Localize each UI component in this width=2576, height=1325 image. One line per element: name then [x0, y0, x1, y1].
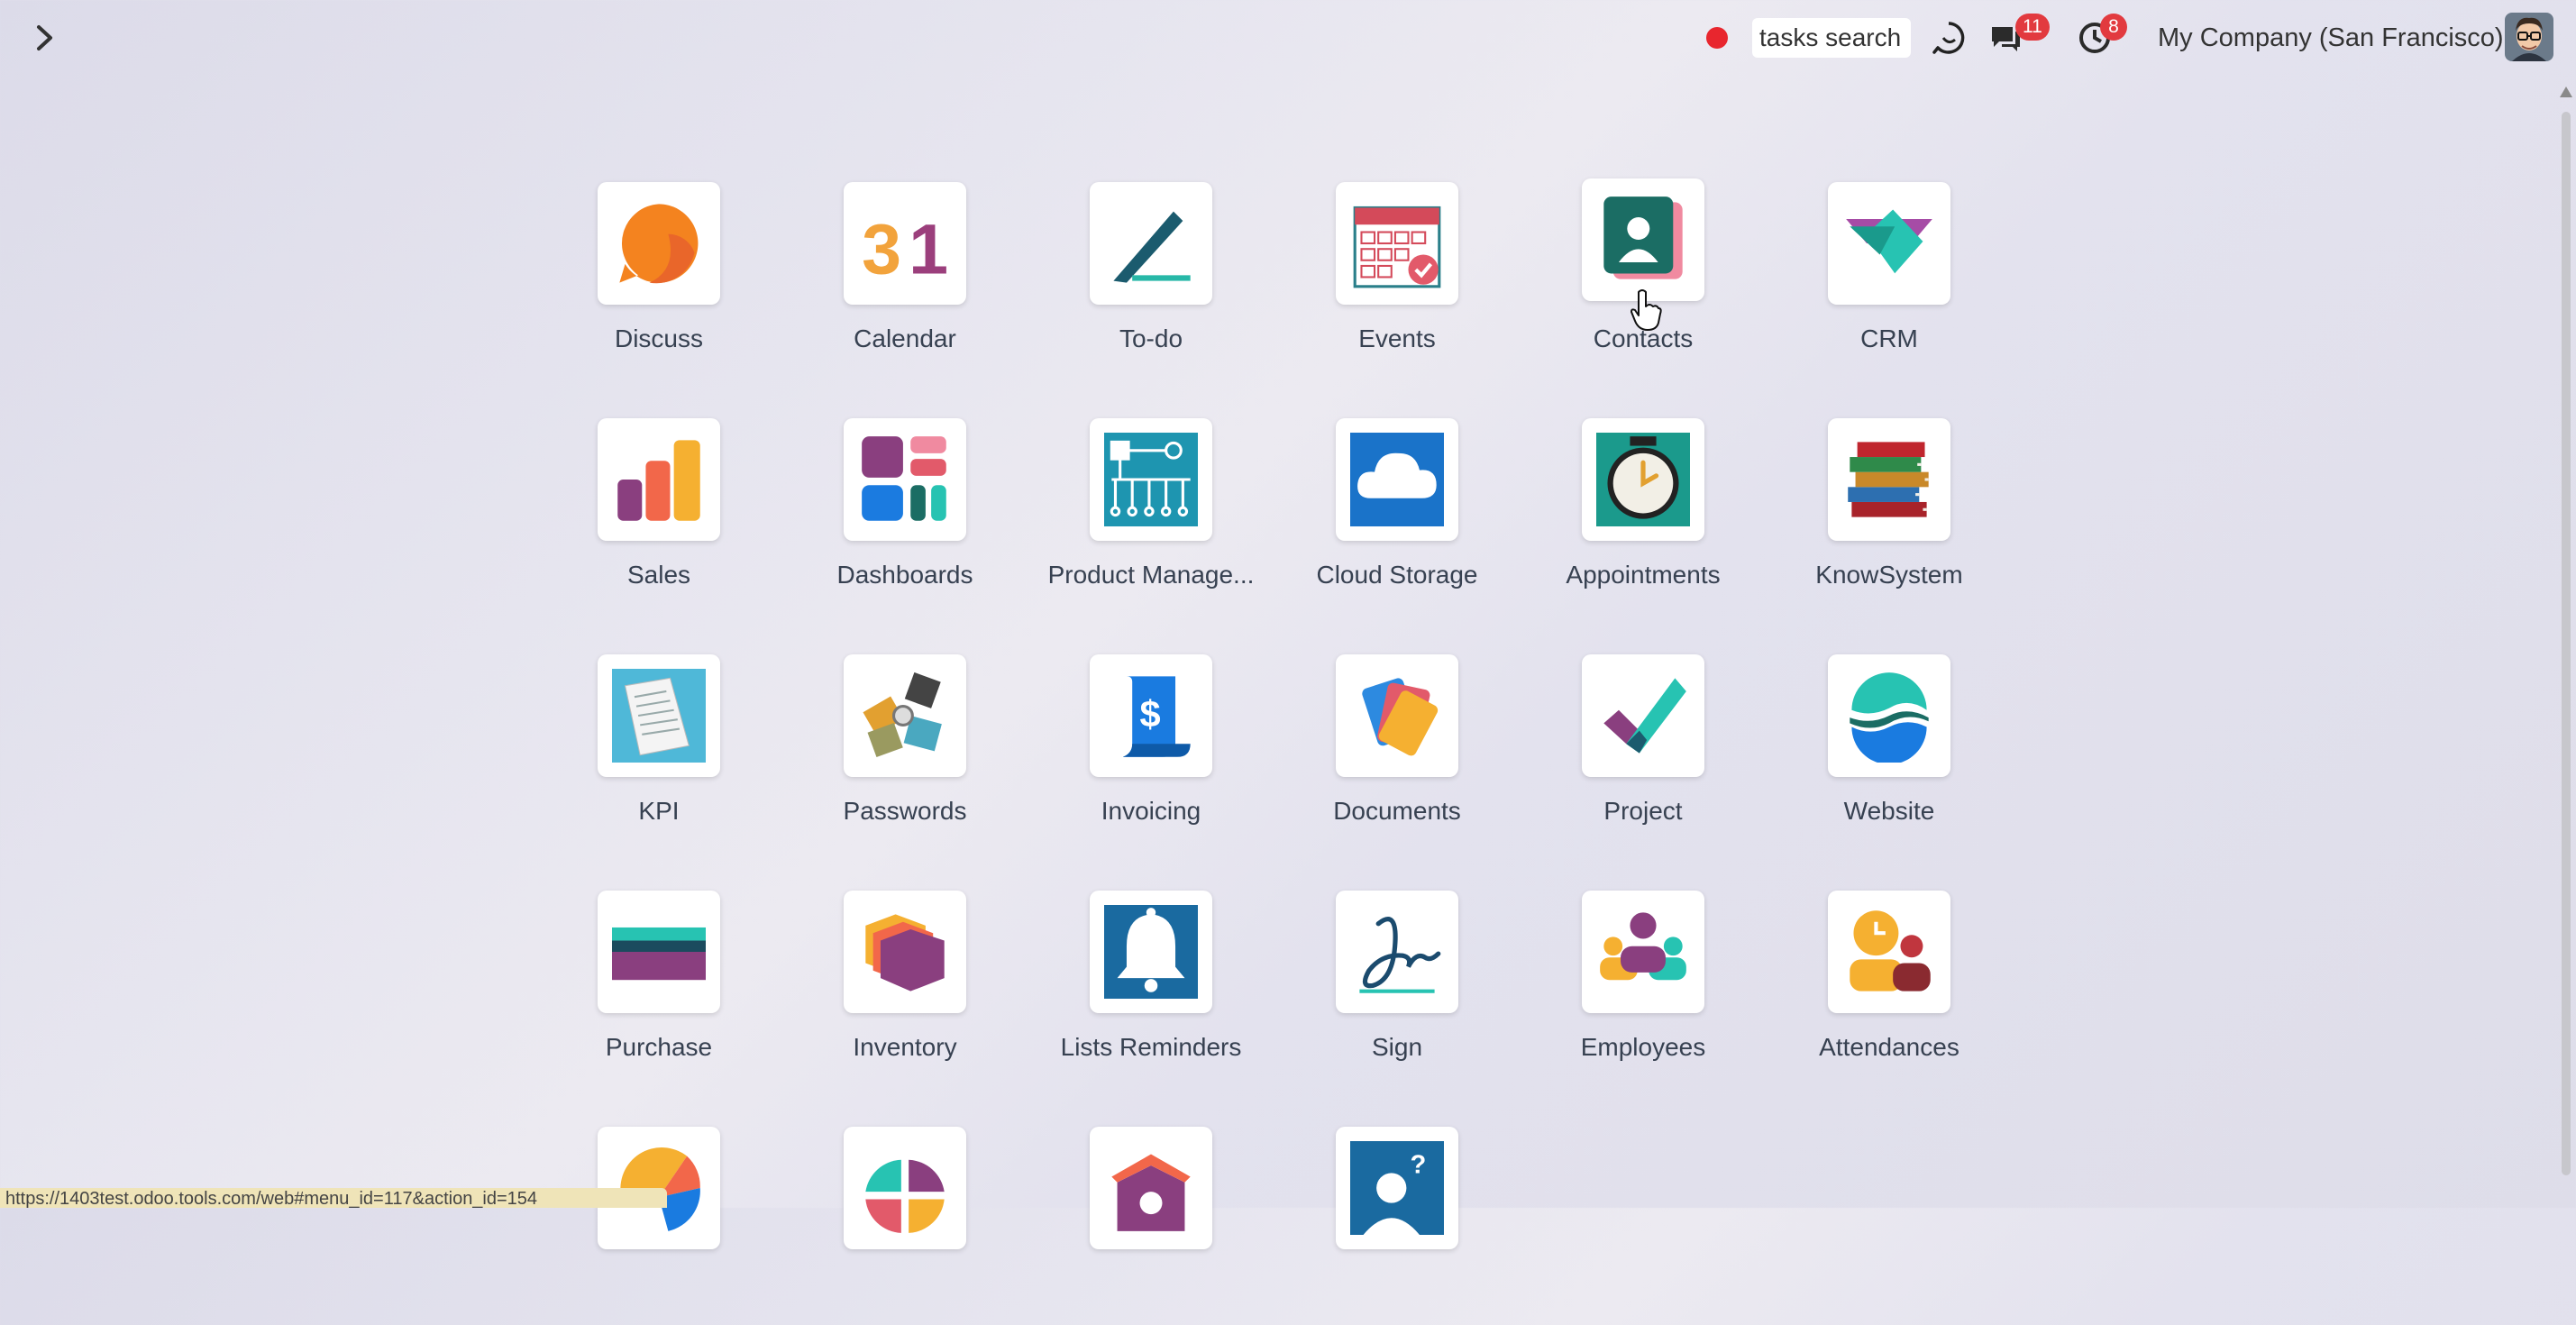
app-todo[interactable]: To-do [1043, 182, 1259, 380]
app-discuss[interactable]: Discuss [551, 182, 767, 380]
app-label: CRM [1860, 324, 1918, 352]
phone-bubble-icon [1932, 22, 1965, 54]
app-label: Events [1358, 324, 1436, 352]
lists-reminders-icon [1090, 891, 1212, 1013]
svg-text:1: 1 [909, 208, 948, 288]
app-cloud-storage[interactable]: Cloud Storage [1289, 418, 1505, 617]
activities-count-badge: 8 [2100, 14, 2127, 41]
app-dashboards[interactable]: Dashboards [797, 418, 1013, 617]
browser-status-url: https://1403test.odoo.tools.com/web#menu… [0, 1188, 667, 1208]
dashboards-icon [844, 418, 966, 541]
app-knowsystem[interactable]: KnowSystem [1781, 418, 1997, 617]
events-icon [1336, 182, 1458, 305]
app-appointments[interactable]: Appointments [1535, 418, 1751, 617]
app-lists-reminders[interactable]: Lists Reminders [1043, 891, 1259, 1089]
website-icon [1828, 654, 1950, 777]
app-label: Website [1843, 797, 1935, 825]
chevron-right-icon [37, 25, 52, 50]
app-icon-partial-2 [844, 1127, 966, 1249]
messages-count-badge: 11 [2015, 14, 2050, 41]
app-label: Sign [1371, 1033, 1423, 1061]
crm-icon [1828, 182, 1950, 305]
inventory-icon [844, 891, 966, 1013]
kpi-icon [598, 654, 720, 777]
app-employees[interactable]: Employees [1535, 891, 1751, 1089]
app-attendances[interactable]: Attendances [1781, 891, 1997, 1089]
app-purchase[interactable]: Purchase [551, 891, 767, 1089]
discuss-icon [598, 182, 720, 305]
app-contacts[interactable]: Contacts [1535, 178, 1751, 377]
product-management-icon [1090, 418, 1212, 541]
project-icon [1582, 654, 1704, 777]
app-project[interactable]: Project [1535, 654, 1751, 853]
calendar-icon: 31 [844, 182, 966, 305]
scroll-up-arrow-icon[interactable] [2560, 87, 2572, 97]
app-website[interactable]: Website [1781, 654, 1997, 853]
svg-text:3: 3 [862, 208, 901, 288]
user-avatar-icon [2505, 13, 2553, 61]
app-tile-partial-2[interactable] [797, 1127, 1013, 1325]
appointments-icon [1582, 418, 1704, 541]
app-product-management[interactable]: Product Manage... [1043, 418, 1259, 617]
voip-phone-button[interactable] [1931, 20, 1967, 56]
app-label: Cloud Storage [1316, 561, 1478, 589]
page-scrollbar[interactable] [2556, 81, 2576, 1208]
documents-icon [1336, 654, 1458, 777]
app-kpi[interactable]: KPI [551, 654, 767, 853]
app-label: Project [1603, 797, 1683, 825]
app-events[interactable]: Events [1289, 182, 1505, 380]
app-tile-partial-3[interactable] [1043, 1127, 1259, 1325]
recording-indicator-icon[interactable] [1706, 27, 1728, 49]
user-avatar[interactable] [2505, 13, 2553, 61]
svg-text:?: ? [1411, 1150, 1427, 1179]
app-tile-partial-4[interactable]: ? [1289, 1127, 1505, 1325]
app-label: Discuss [614, 324, 703, 352]
sales-icon [598, 418, 720, 541]
app-label: Appointments [1566, 561, 1721, 589]
app-label: Attendances [1819, 1033, 1959, 1061]
app-menu-toggle-button[interactable] [27, 20, 63, 56]
app-label: Calendar [854, 324, 956, 352]
app-label: Employees [1580, 1033, 1706, 1061]
app-calendar[interactable]: 31 Calendar [797, 182, 1013, 380]
app-label: Lists Reminders [1060, 1033, 1242, 1061]
app-sign[interactable]: Sign [1289, 891, 1505, 1089]
app-label: To-do [1119, 324, 1183, 352]
app-passwords[interactable]: Passwords [797, 654, 1013, 853]
employees-icon [1582, 891, 1704, 1013]
app-invoicing[interactable]: $ Invoicing [1043, 654, 1259, 853]
company-switcher[interactable]: My Company (San Francisco) [2158, 20, 2504, 56]
top-navbar: tasks search 11 8 My Company (San Franci… [0, 0, 2576, 76]
app-sales[interactable]: Sales [551, 418, 767, 617]
passwords-icon [844, 654, 966, 777]
app-icon-partial-3 [1090, 1127, 1212, 1249]
app-label: Inventory [853, 1033, 957, 1061]
svg-text:$: $ [1140, 692, 1161, 735]
scrollbar-thumb[interactable] [2562, 112, 2571, 1175]
app-label: KPI [638, 797, 680, 825]
app-inventory[interactable]: Inventory [797, 891, 1013, 1089]
app-icon-partial-4: ? [1336, 1127, 1458, 1249]
sign-icon [1336, 891, 1458, 1013]
app-tile-partial-1[interactable] [551, 1127, 767, 1325]
app-label: Dashboards [836, 561, 973, 589]
cloud-storage-icon [1336, 418, 1458, 541]
knowsystem-icon [1828, 418, 1950, 541]
app-label: KnowSystem [1815, 561, 1963, 589]
app-label: Contacts [1593, 324, 1694, 352]
app-label: Sales [626, 561, 691, 589]
app-label: Documents [1333, 797, 1461, 825]
app-label: Purchase [605, 1033, 713, 1061]
todo-icon [1090, 182, 1212, 305]
attendances-icon [1828, 891, 1950, 1013]
tasks-search-box[interactable]: tasks search [1752, 18, 1911, 58]
app-label: Passwords [843, 797, 967, 825]
invoicing-icon: $ [1090, 654, 1212, 777]
app-crm[interactable]: CRM [1781, 182, 1997, 380]
app-label: Invoicing [1101, 797, 1201, 825]
purchase-icon [598, 891, 720, 1013]
app-label: Product Manage... [1047, 561, 1255, 589]
app-documents[interactable]: Documents [1289, 654, 1505, 853]
contacts-icon [1582, 178, 1704, 301]
